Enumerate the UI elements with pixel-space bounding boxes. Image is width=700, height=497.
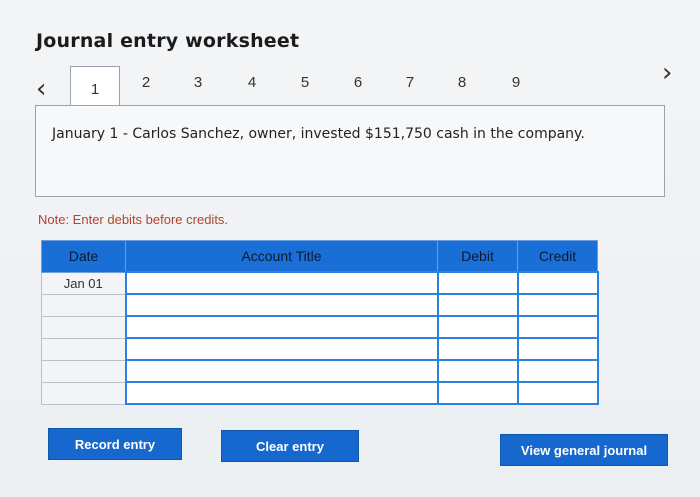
tab-8[interactable]: 8 xyxy=(442,74,482,91)
tab-9[interactable]: 9 xyxy=(496,74,536,91)
table-row xyxy=(41,359,599,383)
date-cell[interactable] xyxy=(41,337,126,361)
page-title: Journal entry worksheet xyxy=(36,30,300,52)
debit-input[interactable] xyxy=(436,315,519,339)
transaction-tabs: 1 2 3 4 5 6 7 8 9 xyxy=(70,66,670,110)
table-row xyxy=(41,315,599,339)
table-row: Jan 01 xyxy=(41,271,599,295)
account-title-input[interactable] xyxy=(124,293,439,317)
table-row xyxy=(41,337,599,361)
journal-worksheet: Journal entry worksheet ‹ › 1 2 3 4 5 6 … xyxy=(0,0,700,497)
tab-5[interactable]: 5 xyxy=(285,74,325,91)
view-general-journal-button[interactable]: View general journal xyxy=(500,434,668,466)
header-debit: Debit xyxy=(437,240,518,273)
credit-input[interactable] xyxy=(516,271,599,295)
account-title-input[interactable] xyxy=(124,337,439,361)
record-entry-button[interactable]: Record entry xyxy=(48,428,182,460)
account-title-input[interactable] xyxy=(124,359,439,383)
table-header-row: Date Account Title Debit Credit xyxy=(41,240,598,273)
date-cell[interactable] xyxy=(41,359,126,383)
table-row xyxy=(41,381,599,405)
chevron-left-icon[interactable]: ‹ xyxy=(36,74,46,104)
debit-input[interactable] xyxy=(436,359,519,383)
debit-credit-note: Note: Enter debits before credits. xyxy=(38,212,229,227)
date-cell[interactable] xyxy=(41,315,126,339)
date-cell[interactable] xyxy=(41,293,126,317)
tab-6[interactable]: 6 xyxy=(338,74,378,91)
credit-input[interactable] xyxy=(516,315,599,339)
date-cell[interactable]: Jan 01 xyxy=(41,271,126,295)
credit-input[interactable] xyxy=(516,337,599,361)
journal-table: Date Account Title Debit Credit Jan 01 xyxy=(41,240,599,405)
clear-entry-button[interactable]: Clear entry xyxy=(221,430,359,462)
header-credit: Credit xyxy=(517,240,598,273)
credit-input[interactable] xyxy=(516,359,599,383)
debit-input[interactable] xyxy=(436,293,519,317)
account-title-input[interactable] xyxy=(124,271,439,295)
account-title-input[interactable] xyxy=(124,381,439,405)
credit-input[interactable] xyxy=(516,293,599,317)
tab-3[interactable]: 3 xyxy=(178,74,218,91)
account-title-input[interactable] xyxy=(124,315,439,339)
transaction-description: January 1 - Carlos Sanchez, owner, inves… xyxy=(52,126,585,142)
header-account-title: Account Title xyxy=(125,240,438,273)
date-cell[interactable] xyxy=(41,381,126,405)
tab-2[interactable]: 2 xyxy=(126,74,166,91)
table-row xyxy=(41,293,599,317)
debit-input[interactable] xyxy=(436,381,519,405)
transaction-panel: January 1 - Carlos Sanchez, owner, inves… xyxy=(35,105,665,197)
debit-input[interactable] xyxy=(436,337,519,361)
header-date: Date xyxy=(41,240,126,273)
credit-input[interactable] xyxy=(516,381,599,405)
tab-7[interactable]: 7 xyxy=(390,74,430,91)
tab-4[interactable]: 4 xyxy=(232,74,272,91)
debit-input[interactable] xyxy=(436,271,519,295)
tab-1[interactable]: 1 xyxy=(70,66,120,110)
